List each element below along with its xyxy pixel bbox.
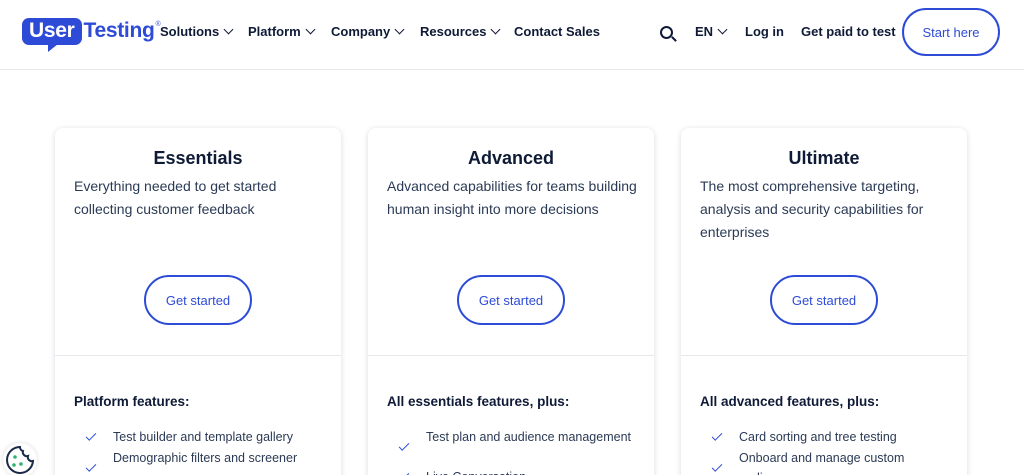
- plan-card-essentials: Essentials Everything needed to get star…: [55, 128, 341, 475]
- feature-text: Demographic filters and screener: [113, 451, 298, 465]
- card-divider: [55, 355, 341, 356]
- site-header: User Testing ® Solutions Platform Compan…: [0, 0, 1024, 70]
- get-paid-label: Get paid to test: [801, 24, 896, 39]
- nav-company[interactable]: Company: [331, 24, 405, 39]
- nav-resources[interactable]: Resources: [420, 24, 501, 39]
- plan-title: Ultimate: [788, 148, 860, 168]
- check-icon: [398, 470, 410, 475]
- feature-text: Card sorting and tree testing: [739, 430, 897, 444]
- get-started-button[interactable]: Get started: [144, 275, 252, 325]
- card-divider: [368, 355, 654, 356]
- login-link[interactable]: Log in: [745, 24, 784, 39]
- nav-solutions[interactable]: Solutions: [160, 24, 234, 39]
- plan-description: Advanced capabilities for teams building…: [387, 178, 637, 217]
- nav-contact-sales-label: Contact Sales: [514, 24, 600, 39]
- chevron-down-icon: [223, 24, 234, 35]
- get-paid-link[interactable]: Get paid to test: [801, 24, 896, 39]
- search-icon[interactable]: [660, 26, 677, 43]
- card-divider: [681, 355, 967, 356]
- get-started-button[interactable]: Get started: [770, 275, 878, 325]
- feature-text: Test builder and template gallery: [113, 430, 293, 444]
- nav-company-label: Company: [331, 24, 391, 39]
- nav-solutions-label: Solutions: [160, 24, 220, 39]
- check-icon: [85, 430, 97, 441]
- check-icon: [711, 430, 723, 441]
- feature-text: Test plan and audience management: [426, 430, 632, 444]
- chevron-down-icon: [305, 24, 316, 35]
- start-here-label: Start here: [922, 24, 980, 40]
- cookie-icon: [6, 445, 35, 474]
- get-started-label: Get started: [478, 292, 544, 308]
- check-icon: [85, 461, 97, 472]
- plan-card-advanced: Advanced Advanced capabilities for teams…: [368, 128, 654, 475]
- feature-text: Live Conversation: [426, 467, 636, 475]
- nav-resources-label: Resources: [420, 24, 487, 39]
- features-heading: All essentials features, plus:: [387, 394, 570, 409]
- login-label: Log in: [745, 24, 784, 39]
- logo-user-box: User: [22, 17, 82, 52]
- check-icon: [711, 461, 723, 472]
- language-selector[interactable]: EN: [695, 24, 728, 39]
- get-started-label: Get started: [165, 292, 231, 308]
- start-here-button[interactable]: Start here: [902, 8, 1000, 56]
- chevron-down-icon: [717, 24, 728, 35]
- features-heading: Platform features:: [74, 394, 190, 409]
- plan-description: Everything needed to get started collect…: [74, 178, 277, 217]
- features-heading: All advanced features, plus:: [700, 394, 880, 409]
- usertesting-logo[interactable]: User Testing ®: [22, 15, 161, 52]
- nav-platform[interactable]: Platform: [248, 24, 316, 39]
- plan-card-ultimate: Ultimate The most comprehensive targetin…: [681, 128, 967, 475]
- chevron-down-icon: [491, 24, 501, 35]
- nav-contact-sales[interactable]: Contact Sales: [514, 24, 600, 39]
- logo-testing-text: Testing: [83, 19, 155, 42]
- language-label: EN: [695, 24, 714, 39]
- get-started-button[interactable]: Get started: [457, 275, 565, 325]
- chevron-down-icon: [394, 24, 405, 35]
- get-started-label: Get started: [791, 292, 857, 308]
- cookie-settings-button[interactable]: [3, 443, 37, 475]
- plan-title: Essentials: [153, 148, 243, 168]
- plan-title: Advanced: [467, 148, 555, 168]
- nav-platform-label: Platform: [248, 24, 301, 39]
- plan-description: The most comprehensive targeting, analys…: [700, 178, 924, 240]
- feature-text: Onboard and manage custom audiences: [739, 451, 905, 475]
- check-icon: [398, 440, 410, 451]
